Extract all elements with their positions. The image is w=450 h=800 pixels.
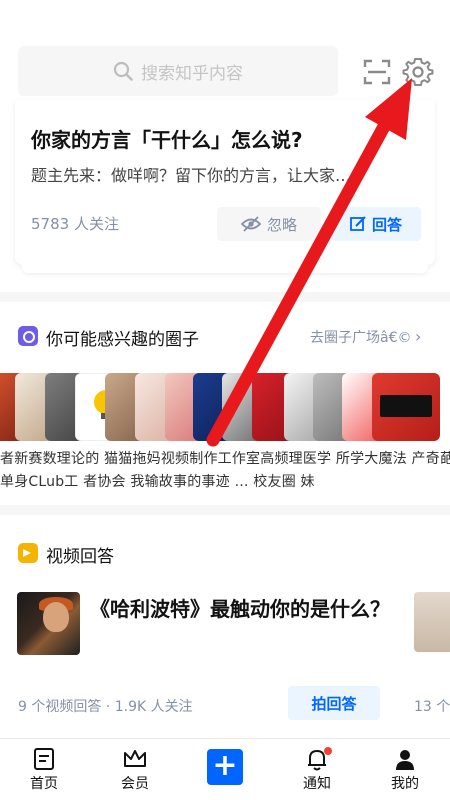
gear-icon[interactable] [402,56,434,88]
next-video-meta: 13 个 [414,699,450,715]
nav-home-label: 首页 [30,776,58,792]
circles-labels: 者新赛数理论的 猫猫拖妈视频制作工作室高频理医学 所学大魔法 产奇葩说 6 单身… [0,448,450,498]
edit-icon [350,216,366,231]
ignore-label: 忽略 [266,215,297,234]
ignore-button[interactable]: 忽略 [217,207,321,241]
crown-icon [124,750,146,767]
circles-square-link[interactable]: 去圈子广场â€© [310,327,412,347]
video-section-icon [18,543,38,563]
create-button[interactable]: + [207,749,243,785]
search-placeholder: 搜索知乎内容 [141,63,243,84]
section-divider [0,292,450,302]
video-question-title[interactable]: 《哈利波特》最触动你的是什么？ [90,594,390,624]
next-video-thumbnail[interactable] [414,592,450,652]
home-icon [34,748,54,770]
answer-label: 回答 [371,215,402,234]
search-box[interactable]: 搜索知乎内容 [18,46,338,96]
record-answer-button[interactable]: 拍回答 [288,686,380,720]
video-meta: 9 个视频回答 · 1.9K 人关注 [18,699,193,715]
search-icon [113,61,133,81]
circles-title: 你可能感兴趣的圈子 [46,330,199,350]
nav-mine-label: 我的 [391,776,419,792]
answer-button[interactable]: 回答 [331,207,421,241]
nav-notify-label: 通知 [303,776,331,792]
scan-icon[interactable] [363,58,391,86]
question-title[interactable]: 你家的方言「干什么」怎么说? [31,124,303,153]
bottom-nav: 首页 会员 + 通知 我的 [0,738,450,800]
circle-tile-qipashuo[interactable] [372,373,440,441]
thumbnail-face [43,602,69,632]
circles-header: 你可能感兴趣的圈子 去圈子广场â€© › [0,312,450,358]
chevron-right-icon[interactable]: › [415,327,421,346]
nav-vip[interactable]: 会员 [100,745,170,799]
nav-home[interactable]: 首页 [9,745,79,799]
eye-slash-icon [240,216,261,232]
nav-mine[interactable]: 我的 [370,745,440,799]
circles-labels-row2: 单身CLub工 者协会 我输故事的事迹 … 校友圈 妹 [0,474,315,490]
video-header: 视频回答 [0,540,450,570]
circle-section-icon [18,326,38,346]
notification-dot [324,747,332,755]
video-thumbnail[interactable] [17,592,80,655]
user-icon [396,750,414,770]
card-stack-edge [22,265,428,273]
video-section-title: 视频回答 [46,547,114,567]
section-divider [0,505,450,515]
question-followers: 5783 人关注 [31,215,119,233]
nav-vip-label: 会员 [121,776,149,792]
top-bar: 搜索知乎内容 [0,0,450,100]
question-excerpt[interactable]: 题主先来：做咩啊？留下你的方言，让大家… [31,162,426,186]
circles-labels-row1: 者新赛数理论的 猫猫拖妈视频制作工作室高频理医学 所学大魔法 产奇葩说 6 [0,451,450,467]
question-card[interactable]: 你家的方言「干什么」怎么说? 题主先来：做咩啊？留下你的方言，让大家… 5783… [15,100,435,265]
nav-notify[interactable]: 通知 [282,745,352,799]
circles-carousel[interactable] [0,373,450,441]
